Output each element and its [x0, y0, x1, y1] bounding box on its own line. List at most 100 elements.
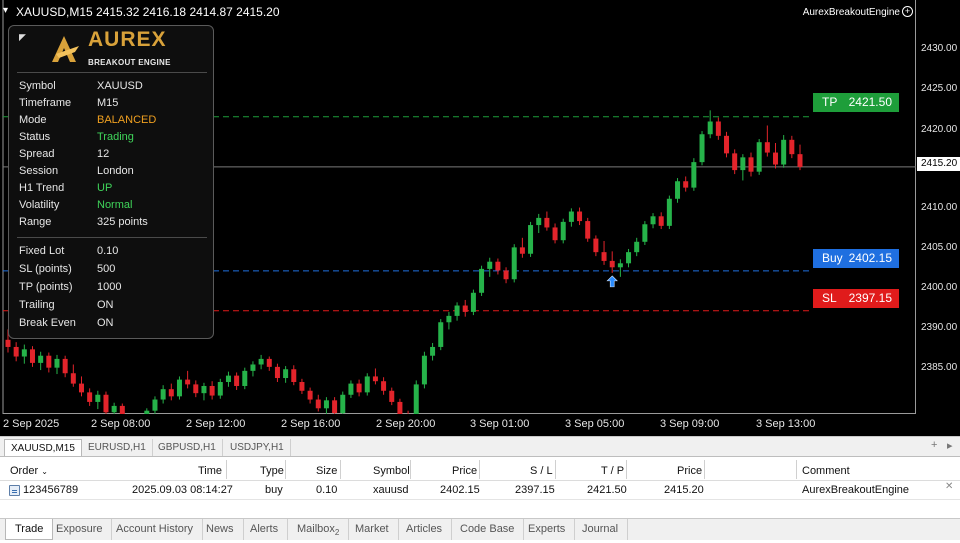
candle-body — [46, 355, 52, 368]
toolbox-tab[interactable]: Mailbox2 — [288, 519, 350, 540]
candle-body — [397, 401, 403, 414]
panel-row-label: Mode — [19, 114, 47, 126]
candle-body — [340, 394, 346, 414]
logo-subtitle: BREAKOUT ENGINE — [88, 58, 171, 67]
chart-area[interactable]: ▾ XAUUSD,M15 2415.32 2416.18 2414.87 241… — [0, 0, 960, 436]
candle-body — [568, 211, 574, 222]
candle-body — [111, 405, 117, 413]
toolbox-tab[interactable]: Alerts — [241, 519, 289, 540]
col-order[interactable]: Order ⌄ — [10, 465, 48, 477]
candle-body — [356, 383, 362, 393]
toolbox-tab-label: Articles — [406, 523, 443, 535]
candle-body — [626, 252, 632, 264]
candle-body — [764, 142, 770, 153]
candle-body — [193, 384, 199, 394]
col-type[interactable]: Type — [260, 465, 284, 477]
toolbox-tab[interactable]: Account History — [107, 519, 204, 540]
col-comment[interactable]: Comment — [802, 465, 850, 477]
candle-body — [707, 121, 713, 135]
tab-list-icon[interactable]: ▸ — [947, 439, 953, 452]
col-symbol[interactable]: Symbol — [373, 465, 410, 477]
time-tick: 2 Sep 12:00 — [186, 418, 246, 430]
time-tick: 2 Sep 20:00 — [376, 418, 436, 430]
candle-body — [209, 385, 215, 396]
order-symbol: xauusd — [373, 484, 409, 496]
candle-body — [413, 384, 419, 414]
candle-body — [519, 247, 525, 254]
mailbox-badge: 2 — [334, 528, 340, 538]
candle-body — [536, 217, 542, 226]
panel-setting-label: Trailing — [19, 299, 55, 311]
candle-body — [144, 410, 150, 414]
tp-level-label[interactable]: TP 2421.50 — [813, 93, 899, 112]
price-tick: 2405.00 — [921, 242, 958, 253]
candle-body — [234, 375, 240, 386]
candle-body — [438, 322, 444, 347]
toolbox-tab[interactable]: Exposure — [47, 519, 113, 540]
candle-body — [430, 346, 436, 356]
add-tab-icon[interactable]: + — [931, 439, 937, 451]
symbol-tab[interactable]: XAUUSD,M15 — [4, 439, 82, 457]
col-size[interactable]: Size — [316, 465, 337, 477]
candle-body — [29, 349, 35, 363]
order-sl[interactable]: 2397.15 — [515, 484, 555, 496]
symbol-tab[interactable]: USDJPY,H1 — [224, 439, 291, 457]
candle-body — [160, 389, 166, 400]
panel-row-value: XAUUSD — [97, 80, 143, 92]
toolbox-tab[interactable]: Code Base — [451, 519, 525, 540]
symbol-tab[interactable]: EURUSD,H1 — [82, 439, 153, 457]
price-tick: 2430.00 — [921, 43, 958, 54]
toolbox-tab[interactable]: Journal — [573, 519, 629, 540]
candle-body — [666, 198, 672, 226]
order-id[interactable]: 123456789 — [23, 484, 78, 496]
symbol-tab[interactable]: GBPUSD,H1 — [152, 439, 223, 457]
buy-arrow-icon[interactable] — [606, 275, 618, 288]
order-size: 0.10 — [316, 484, 338, 496]
candle-body — [62, 358, 68, 374]
expert-settings-icon[interactable]: + — [902, 6, 913, 17]
candle-body — [299, 382, 305, 391]
toolbox-tab[interactable]: Market — [346, 519, 399, 540]
col-tp[interactable]: T / P — [601, 465, 624, 477]
candle-body — [454, 305, 460, 316]
panel-row-label: Timeframe — [19, 97, 72, 109]
panel-setting-row: SL (points) 500 — [19, 263, 209, 279]
panel-setting-row: Trailing ON — [19, 299, 209, 315]
toolbox-tab[interactable]: News — [197, 519, 244, 540]
time-tick: 3 Sep 05:00 — [565, 418, 625, 430]
col-price[interactable]: Price — [452, 465, 477, 477]
order-price: 2402.15 — [440, 484, 480, 496]
candle-body — [552, 227, 558, 241]
toolbox-tab-label: Alerts — [250, 523, 279, 535]
panel-setting-label: SL (points) — [19, 263, 72, 275]
time-tick: 3 Sep 13:00 — [756, 418, 816, 430]
candle-body — [585, 221, 591, 239]
buy-level-label[interactable]: Buy 2402.15 — [813, 249, 899, 268]
symbol-tabs: XAUUSD,M15 EURUSD,H1 GBPUSD,H1 USDJPY,H1 + … — [0, 436, 960, 457]
col-current-price[interactable]: Price — [677, 465, 702, 477]
candle-body — [495, 261, 501, 271]
order-tp[interactable]: 2421.50 — [587, 484, 627, 496]
candle-body — [283, 369, 289, 379]
price-tick: 2400.00 — [921, 282, 958, 293]
chart-menu-icon[interactable]: ▾ — [3, 5, 8, 16]
time-tick: 2 Sep 08:00 — [91, 418, 151, 430]
order-comment: AurexBreakoutEngine — [802, 484, 910, 496]
sl-level-label[interactable]: SL 2397.15 — [813, 289, 899, 308]
col-time[interactable]: Time — [198, 465, 222, 477]
candle-body — [683, 181, 689, 188]
panel-setting-value: 0.10 — [97, 245, 119, 257]
toolbox-tab[interactable]: Articles — [397, 519, 453, 540]
candle-body — [185, 379, 191, 385]
toolbox-tab[interactable]: Experts — [519, 519, 576, 540]
expert-name[interactable]: AurexBreakoutEngine — [803, 7, 900, 18]
close-order-icon[interactable]: ✕ — [945, 481, 953, 492]
trade-table: Order ⌄ Time Type Size Symbol Price S / … — [0, 456, 960, 518]
candle-body — [225, 375, 231, 383]
pin-icon[interactable]: ◤ — [19, 32, 26, 43]
panel-setting-value: ON — [97, 317, 114, 329]
col-sl[interactable]: S / L — [530, 465, 553, 477]
logo-text: AUREX — [88, 28, 167, 51]
info-panel: ◤ AUREX BREAKOUT ENGINE Symbol XAUUSD Time… — [8, 25, 214, 339]
price-tick: 2420.00 — [921, 124, 958, 135]
